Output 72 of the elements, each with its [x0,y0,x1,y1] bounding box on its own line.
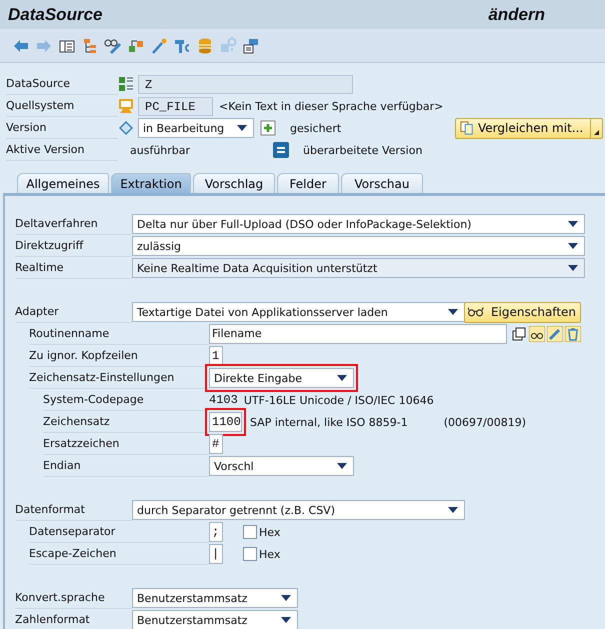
caret-icon [448,309,458,315]
input-field[interactable]: Filename [209,324,507,344]
diamond-icon [118,120,134,136]
field-label: Escape-Zeichen [29,543,209,565]
source-system-description: <Kein Text in dieser Sprache verfügbar> [219,100,444,112]
field-label: Aktive Version [6,139,118,161]
input-field[interactable]: ; [209,522,223,542]
compare-button[interactable]: Vergleichen mit... [455,118,604,138]
trash-icon[interactable] [565,326,581,342]
dropdown-field[interactable]: Textartige Datei von Applikationsserver laden [132,302,465,322]
dropdown-field[interactable]: durch Separator getrennt (z.B. CSV) [132,500,465,520]
field-label: System-Codepage [43,389,209,411]
properties-button[interactable]: Eigenschaften [464,302,581,322]
version-dropdown[interactable]: in Bearbeitung [138,118,254,138]
caret-icon [237,125,247,131]
datasource-field[interactable]: Z [138,74,353,94]
caret-icon [281,595,291,601]
plus-icon [260,120,276,136]
glasses-icon[interactable] [104,36,122,54]
caret-icon [337,463,347,469]
tree-icon[interactable] [81,36,99,54]
dropdown-field[interactable]: Vorschl [209,456,354,476]
tab[interactable]: Allgemeines [17,173,109,193]
glasses-icon[interactable] [529,326,545,342]
dropdown-field[interactable]: zulässig [132,236,585,256]
input-field[interactable]: # [209,434,223,454]
glasses-icon [468,305,484,319]
active-version-status: überarbeitete Version [303,144,422,156]
wand-icon[interactable] [150,36,168,54]
field-label: DataSource [6,73,118,95]
field-label: Routinenname [29,323,209,345]
checkbox-label: Hex [259,548,280,560]
field-label: Quellsystem [6,95,118,117]
field-label: Zu ignor. Kopfzeilen [29,345,209,367]
input-field[interactable]: 1100 [209,412,242,432]
field-label: Zeichensatz-Einstellungen [29,367,209,389]
caret-icon [337,375,347,381]
document-icon [459,121,475,135]
input-field[interactable]: 1 [209,346,223,366]
input-field[interactable]: | [209,544,223,564]
caret-icon [568,221,578,227]
version-status: gesichert [290,122,342,134]
copy-icon[interactable] [511,326,527,342]
dropdown-field[interactable]: Benutzerstammsatz [132,610,298,629]
field-reference: (00697/00819) [444,416,526,428]
field-label: Version [6,117,118,139]
field-label: Datenseparator [29,521,209,543]
tab[interactable]: Extraktion [111,173,191,193]
caret-icon [568,265,578,271]
field-description: SAP internal, like ISO 8859-1 [250,416,408,428]
field-description: UTF-16LE Unicode / ISO/IEC 10646 [244,394,434,406]
codepage-number: 4103 [209,393,238,407]
caret-icon [281,617,291,623]
source-system-field[interactable]: PC_FILE [138,96,213,116]
database-icon[interactable] [196,36,214,54]
caret-icon [594,130,600,134]
checkbox[interactable] [243,547,257,561]
caret-icon [568,243,578,249]
dropdown-field[interactable]: Direkte Eingabe [209,368,354,388]
checkbox[interactable] [243,525,257,539]
caret-icon [448,507,458,513]
checkbox-label: Hex [259,526,280,538]
tab[interactable]: Vorschlag [193,173,275,193]
window-title-action: ändern [488,4,545,24]
window-title: DataSource [8,4,102,24]
dropdown-field[interactable]: Delta nur über Full-Upload (DSO oder InfoPackage-Selektion) [132,214,585,234]
tab[interactable]: Felder [277,173,339,193]
equals-icon [273,142,289,158]
active-version-value: ausführbar [129,144,192,156]
dropdown-field[interactable]: Benutzerstammsatz [132,588,298,608]
computer-icon [118,98,134,114]
tab[interactable]: Vorschau [341,173,423,193]
